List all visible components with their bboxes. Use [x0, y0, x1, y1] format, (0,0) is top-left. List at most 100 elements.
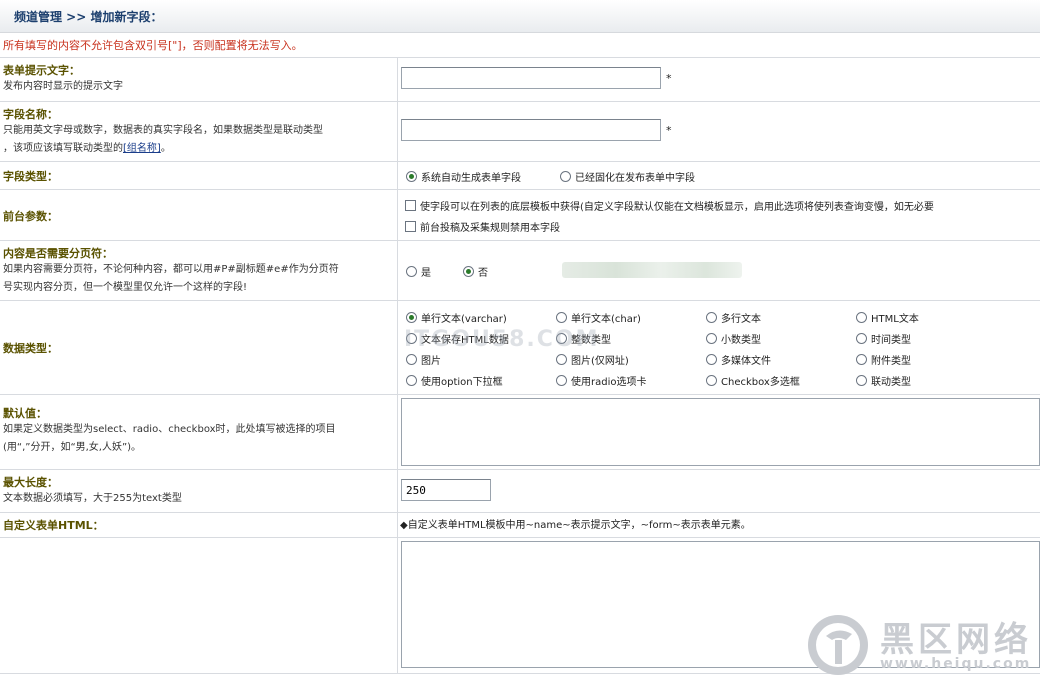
option-label: 系统自动生成表单字段: [421, 173, 521, 184]
row-divider: [0, 469, 1040, 470]
max-length-desc: 文本数据必须填写，大于255为text类型: [3, 493, 182, 504]
option-label: 图片(仅网址): [571, 356, 629, 367]
default-value-textarea[interactable]: [401, 398, 1040, 466]
default-value-label: 默认值：: [3, 407, 47, 420]
option-label: 使字段可以在列表的底层模板中获得(自定义字段默认仅能在文档模板显示，启用此选项将…: [420, 202, 934, 213]
data-type-option[interactable]: 使用option下拉框: [406, 373, 503, 388]
pagination-desc-line1: 如果内容需要分页符，不论何种内容，都可以用#P#副标题#e#作为分页符: [3, 264, 339, 275]
required-mark: *: [666, 72, 672, 85]
desc-suffix: 。: [160, 143, 171, 154]
radio-unchecked[interactable]: [856, 312, 867, 323]
data-type-option[interactable]: 多行文本: [706, 310, 761, 325]
hint-text-input[interactable]: [401, 67, 661, 89]
radio-unchecked[interactable]: [560, 171, 571, 182]
data-type-option[interactable]: 图片(仅网址): [556, 352, 629, 367]
row-divider: [0, 537, 1040, 538]
row-divider: [0, 394, 1040, 395]
option-label: 时间类型: [871, 335, 911, 346]
data-type-option[interactable]: 联动类型: [856, 373, 911, 388]
data-type-option[interactable]: HTML文本: [856, 310, 919, 325]
quote-warning: 所有填写的内容不允许包含双引号["]，否则配置将无法写入。: [3, 39, 303, 52]
radio-unchecked[interactable]: [706, 312, 717, 323]
site-watermark: ITGOU58.COM: [404, 327, 600, 352]
checkbox[interactable]: [405, 221, 416, 232]
desc-prefix: ，该项应该填写联动类型的: [3, 143, 123, 154]
column-divider: [397, 57, 398, 674]
row-divider: [0, 189, 1040, 190]
custom-html-note: ◆自定义表单HTML模板中用~name~表示提示文字，~form~表示表单元素。: [400, 520, 751, 531]
field-type-option-auto[interactable]: 系统自动生成表单字段: [406, 169, 521, 184]
max-length-label: 最大长度：: [3, 476, 58, 489]
data-type-option[interactable]: 图片: [406, 352, 441, 367]
data-type-option[interactable]: 单行文本(varchar): [406, 310, 507, 325]
hint-text-label: 表单提示文字：: [3, 64, 80, 77]
max-length-input[interactable]: [401, 479, 491, 501]
option-label: 使用radio选项卡: [571, 377, 647, 388]
logo-url: www.heiqu.com: [880, 656, 1032, 672]
data-type-option[interactable]: 使用radio选项卡: [556, 373, 646, 388]
data-type-option[interactable]: Checkbox多选框: [706, 373, 800, 388]
page-header: 频道管理 >> 增加新字段：: [0, 0, 1040, 33]
data-type-option[interactable]: 时间类型: [856, 331, 911, 346]
data-type-label: 数据类型：: [3, 342, 58, 355]
row-divider: [0, 161, 1040, 162]
radio-unchecked[interactable]: [706, 375, 717, 386]
option-label: 是: [421, 268, 431, 279]
row-divider: [0, 101, 1040, 102]
default-value-desc-line2: (用“,”分开，如“男,女,人妖”)。: [3, 442, 142, 453]
field-name-desc-line1: 只能用英文字母或数字，数据表的真实字段名，如果数据类型是联动类型: [3, 125, 323, 136]
option-label: HTML文本: [871, 314, 919, 325]
data-type-option[interactable]: 附件类型: [856, 352, 911, 367]
list-template-checkbox[interactable]: 使字段可以在列表的底层模板中获得(自定义字段默认仅能在文档模板显示，启用此选项将…: [405, 198, 934, 213]
row-divider: [0, 240, 1040, 241]
pagination-label: 内容是否需要分页符：: [3, 247, 113, 260]
option-label: 否: [478, 268, 488, 279]
checkbox[interactable]: [405, 200, 416, 211]
pagination-desc: 如果内容需要分页符，不论何种内容，都可以用#P#副标题#e#作为分页符 号实现内…: [3, 261, 393, 297]
option-label: 前台投稿及采集规则禁用本字段: [420, 223, 560, 234]
default-value-desc-line1: 如果定义数据类型为select、radio、checkbox时，此处填写被选择的…: [3, 424, 336, 435]
breadcrumb: 频道管理 >> 增加新字段：: [14, 10, 163, 24]
radio-unchecked[interactable]: [556, 375, 567, 386]
data-type-option[interactable]: 多媒体文件: [706, 352, 771, 367]
hint-text-desc: 发布内容时显示的提示文字: [3, 81, 123, 92]
radio-unchecked[interactable]: [556, 312, 567, 323]
pagination-option-yes[interactable]: 是: [406, 264, 431, 279]
field-name-desc-line2: ，该项应该填写联动类型的[组名称]。: [3, 140, 393, 158]
radio-unchecked[interactable]: [856, 354, 867, 365]
logo-icon: [808, 615, 868, 675]
option-label: 单行文本(varchar): [421, 314, 507, 325]
option-label: 已经固化在发布表单中字段: [575, 173, 695, 184]
data-type-option[interactable]: 小数类型: [706, 331, 761, 346]
field-name-input[interactable]: [401, 119, 661, 141]
radio-checked[interactable]: [463, 266, 474, 277]
radio-checked[interactable]: [406, 312, 417, 323]
field-type-label: 字段类型：: [3, 170, 58, 183]
option-label: 联动类型: [871, 377, 911, 388]
radio-checked[interactable]: [406, 171, 417, 182]
blurred-area: [562, 262, 742, 278]
required-mark: *: [666, 124, 672, 137]
field-name-label: 字段名称：: [3, 108, 58, 121]
option-label: 小数类型: [721, 335, 761, 346]
radio-unchecked[interactable]: [706, 333, 717, 344]
field-type-option-fixed[interactable]: 已经固化在发布表单中字段: [560, 169, 695, 184]
option-label: 附件类型: [871, 356, 911, 367]
radio-unchecked[interactable]: [856, 375, 867, 386]
field-name-desc: 只能用英文字母或数字，数据表的真实字段名，如果数据类型是联动类型 ，该项应该填写…: [3, 122, 393, 158]
pagination-option-no[interactable]: 否: [463, 264, 488, 279]
logo-text: 黑区网络: [880, 620, 1032, 660]
radio-unchecked[interactable]: [556, 354, 567, 365]
radio-unchecked[interactable]: [706, 354, 717, 365]
radio-unchecked[interactable]: [406, 375, 417, 386]
data-type-option[interactable]: 单行文本(char): [556, 310, 641, 325]
option-label: 多媒体文件: [721, 356, 771, 367]
front-params-label: 前台参数：: [3, 210, 58, 223]
radio-unchecked[interactable]: [856, 333, 867, 344]
row-divider: [0, 512, 1040, 513]
disable-submit-checkbox[interactable]: 前台投稿及采集规则禁用本字段: [405, 219, 560, 234]
radio-unchecked[interactable]: [406, 266, 417, 277]
radio-unchecked[interactable]: [406, 354, 417, 365]
custom-html-label: 自定义表单HTML：: [3, 519, 104, 532]
group-name-link[interactable]: [组名称]: [123, 143, 161, 154]
